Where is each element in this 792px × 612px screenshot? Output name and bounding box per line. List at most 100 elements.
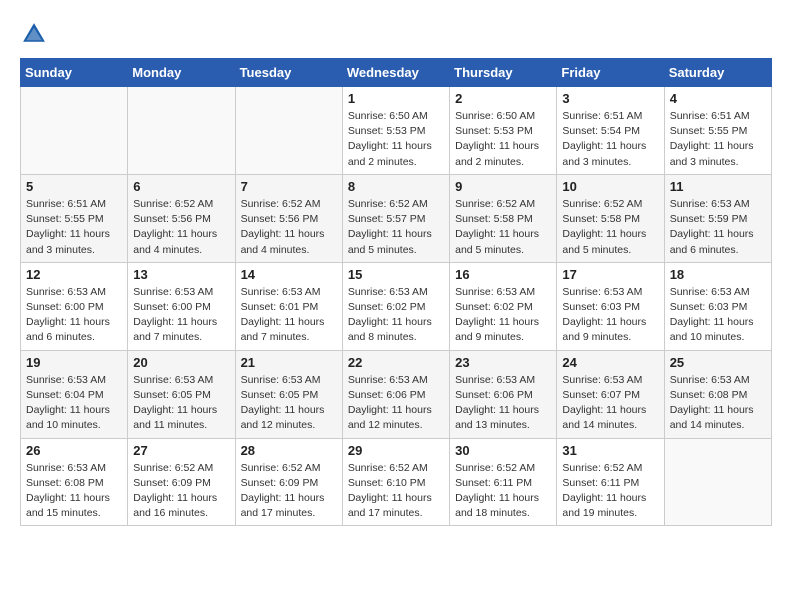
calendar-cell: 21 Sunrise: 6:53 AM Sunset: 6:05 PM Dayli…	[235, 350, 342, 438]
day-info: Sunrise: 6:51 AM Sunset: 5:54 PM Dayligh…	[562, 109, 658, 170]
calendar-cell: 15 Sunrise: 6:53 AM Sunset: 6:02 PM Dayli…	[342, 262, 449, 350]
calendar-cell: 24 Sunrise: 6:53 AM Sunset: 6:07 PM Dayli…	[557, 350, 664, 438]
day-info: Sunrise: 6:53 AM Sunset: 6:05 PM Dayligh…	[133, 373, 229, 434]
calendar-cell: 19Sunrise: 6:53 AM Sunset: 6:04 PM Dayli…	[21, 350, 128, 438]
generalblue-logo-icon	[20, 20, 48, 48]
day-number: 25	[670, 355, 766, 370]
day-number: 11	[670, 179, 766, 194]
day-info: Sunrise: 6:52 AM Sunset: 6:09 PM Dayligh…	[133, 461, 229, 522]
calendar-week-5: 26Sunrise: 6:53 AM Sunset: 6:08 PM Dayli…	[21, 438, 772, 526]
page-header	[20, 20, 772, 48]
calendar-cell: 27 Sunrise: 6:52 AM Sunset: 6:09 PM Dayli…	[128, 438, 235, 526]
weekday-header-wednesday: Wednesday	[342, 59, 449, 87]
weekday-header-sunday: Sunday	[21, 59, 128, 87]
weekday-header-monday: Monday	[128, 59, 235, 87]
day-number: 20	[133, 355, 229, 370]
day-info: Sunrise: 6:52 AM Sunset: 6:11 PM Dayligh…	[455, 461, 551, 522]
day-info: Sunrise: 6:53 AM Sunset: 6:02 PM Dayligh…	[348, 285, 444, 346]
calendar-cell: 6 Sunrise: 6:52 AM Sunset: 5:56 PM Daylig…	[128, 174, 235, 262]
calendar-cell	[664, 438, 771, 526]
day-number: 30	[455, 443, 551, 458]
calendar-week-3: 12Sunrise: 6:53 AM Sunset: 6:00 PM Dayli…	[21, 262, 772, 350]
calendar-cell: 20 Sunrise: 6:53 AM Sunset: 6:05 PM Dayli…	[128, 350, 235, 438]
day-number: 3	[562, 91, 658, 106]
calendar-cell: 17Sunrise: 6:53 AM Sunset: 6:03 PM Dayli…	[557, 262, 664, 350]
day-info: Sunrise: 6:53 AM Sunset: 6:04 PM Dayligh…	[26, 373, 122, 434]
day-number: 15	[348, 267, 444, 282]
day-number: 7	[241, 179, 337, 194]
day-info: Sunrise: 6:53 AM Sunset: 6:08 PM Dayligh…	[670, 373, 766, 434]
day-info: Sunrise: 6:51 AM Sunset: 5:55 PM Dayligh…	[26, 197, 122, 258]
day-number: 28	[241, 443, 337, 458]
day-number: 1	[348, 91, 444, 106]
day-info: Sunrise: 6:53 AM Sunset: 6:06 PM Dayligh…	[455, 373, 551, 434]
day-info: Sunrise: 6:52 AM Sunset: 5:58 PM Dayligh…	[455, 197, 551, 258]
day-info: Sunrise: 6:53 AM Sunset: 6:00 PM Dayligh…	[26, 285, 122, 346]
day-number: 6	[133, 179, 229, 194]
weekday-header-saturday: Saturday	[664, 59, 771, 87]
day-info: Sunrise: 6:53 AM Sunset: 6:01 PM Dayligh…	[241, 285, 337, 346]
day-number: 27	[133, 443, 229, 458]
calendar-cell: 29 Sunrise: 6:52 AM Sunset: 6:10 PM Dayli…	[342, 438, 449, 526]
day-info: Sunrise: 6:53 AM Sunset: 6:03 PM Dayligh…	[562, 285, 658, 346]
day-number: 24	[562, 355, 658, 370]
calendar-cell: 30 Sunrise: 6:52 AM Sunset: 6:11 PM Dayli…	[450, 438, 557, 526]
day-info: Sunrise: 6:53 AM Sunset: 6:06 PM Dayligh…	[348, 373, 444, 434]
calendar-cell: 13Sunrise: 6:53 AM Sunset: 6:00 PM Dayli…	[128, 262, 235, 350]
calendar-cell: 16Sunrise: 6:53 AM Sunset: 6:02 PM Dayli…	[450, 262, 557, 350]
day-number: 2	[455, 91, 551, 106]
day-number: 29	[348, 443, 444, 458]
day-number: 31	[562, 443, 658, 458]
day-number: 5	[26, 179, 122, 194]
day-number: 22	[348, 355, 444, 370]
calendar-cell	[128, 87, 235, 175]
day-info: Sunrise: 6:53 AM Sunset: 6:03 PM Dayligh…	[670, 285, 766, 346]
day-number: 18	[670, 267, 766, 282]
calendar-cell: 5 Sunrise: 6:51 AM Sunset: 5:55 PM Daylig…	[21, 174, 128, 262]
calendar-cell: 14 Sunrise: 6:53 AM Sunset: 6:01 PM Dayli…	[235, 262, 342, 350]
day-info: Sunrise: 6:52 AM Sunset: 6:09 PM Dayligh…	[241, 461, 337, 522]
calendar-cell: 12Sunrise: 6:53 AM Sunset: 6:00 PM Dayli…	[21, 262, 128, 350]
day-info: Sunrise: 6:52 AM Sunset: 6:11 PM Dayligh…	[562, 461, 658, 522]
day-number: 9	[455, 179, 551, 194]
calendar-cell: 2 Sunrise: 6:50 AM Sunset: 5:53 PM Daylig…	[450, 87, 557, 175]
calendar-cell: 25 Sunrise: 6:53 AM Sunset: 6:08 PM Dayli…	[664, 350, 771, 438]
day-info: Sunrise: 6:53 AM Sunset: 6:05 PM Dayligh…	[241, 373, 337, 434]
day-info: Sunrise: 6:53 AM Sunset: 6:07 PM Dayligh…	[562, 373, 658, 434]
calendar-cell: 7 Sunrise: 6:52 AM Sunset: 5:56 PM Daylig…	[235, 174, 342, 262]
day-number: 16	[455, 267, 551, 282]
calendar-cell: 11 Sunrise: 6:53 AM Sunset: 5:59 PM Dayli…	[664, 174, 771, 262]
calendar-cell: 1 Sunrise: 6:50 AM Sunset: 5:53 PM Daylig…	[342, 87, 449, 175]
logo	[20, 20, 52, 48]
day-number: 4	[670, 91, 766, 106]
calendar-cell: 22 Sunrise: 6:53 AM Sunset: 6:06 PM Dayli…	[342, 350, 449, 438]
calendar-cell: 26Sunrise: 6:53 AM Sunset: 6:08 PM Dayli…	[21, 438, 128, 526]
day-number: 26	[26, 443, 122, 458]
calendar-cell: 31 Sunrise: 6:52 AM Sunset: 6:11 PM Dayli…	[557, 438, 664, 526]
calendar-cell: 3 Sunrise: 6:51 AM Sunset: 5:54 PM Daylig…	[557, 87, 664, 175]
weekday-header-thursday: Thursday	[450, 59, 557, 87]
calendar-table: SundayMondayTuesdayWednesdayThursdayFrid…	[20, 58, 772, 526]
day-number: 8	[348, 179, 444, 194]
calendar-cell: 23 Sunrise: 6:53 AM Sunset: 6:06 PM Dayli…	[450, 350, 557, 438]
calendar-week-1: 1 Sunrise: 6:50 AM Sunset: 5:53 PM Daylig…	[21, 87, 772, 175]
day-info: Sunrise: 6:50 AM Sunset: 5:53 PM Dayligh…	[348, 109, 444, 170]
day-info: Sunrise: 6:52 AM Sunset: 6:10 PM Dayligh…	[348, 461, 444, 522]
calendar-week-2: 5 Sunrise: 6:51 AM Sunset: 5:55 PM Daylig…	[21, 174, 772, 262]
day-info: Sunrise: 6:52 AM Sunset: 5:58 PM Dayligh…	[562, 197, 658, 258]
calendar-cell: 28 Sunrise: 6:52 AM Sunset: 6:09 PM Dayli…	[235, 438, 342, 526]
day-info: Sunrise: 6:52 AM Sunset: 5:56 PM Dayligh…	[133, 197, 229, 258]
day-info: Sunrise: 6:52 AM Sunset: 5:57 PM Dayligh…	[348, 197, 444, 258]
calendar-cell: 4Sunrise: 6:51 AM Sunset: 5:55 PM Daylig…	[664, 87, 771, 175]
day-number: 14	[241, 267, 337, 282]
day-info: Sunrise: 6:53 AM Sunset: 5:59 PM Dayligh…	[670, 197, 766, 258]
day-number: 23	[455, 355, 551, 370]
calendar-cell	[235, 87, 342, 175]
day-info: Sunrise: 6:50 AM Sunset: 5:53 PM Dayligh…	[455, 109, 551, 170]
day-number: 21	[241, 355, 337, 370]
weekday-header-friday: Friday	[557, 59, 664, 87]
day-number: 13	[133, 267, 229, 282]
day-info: Sunrise: 6:52 AM Sunset: 5:56 PM Dayligh…	[241, 197, 337, 258]
calendar-week-4: 19Sunrise: 6:53 AM Sunset: 6:04 PM Dayli…	[21, 350, 772, 438]
weekday-header-row: SundayMondayTuesdayWednesdayThursdayFrid…	[21, 59, 772, 87]
